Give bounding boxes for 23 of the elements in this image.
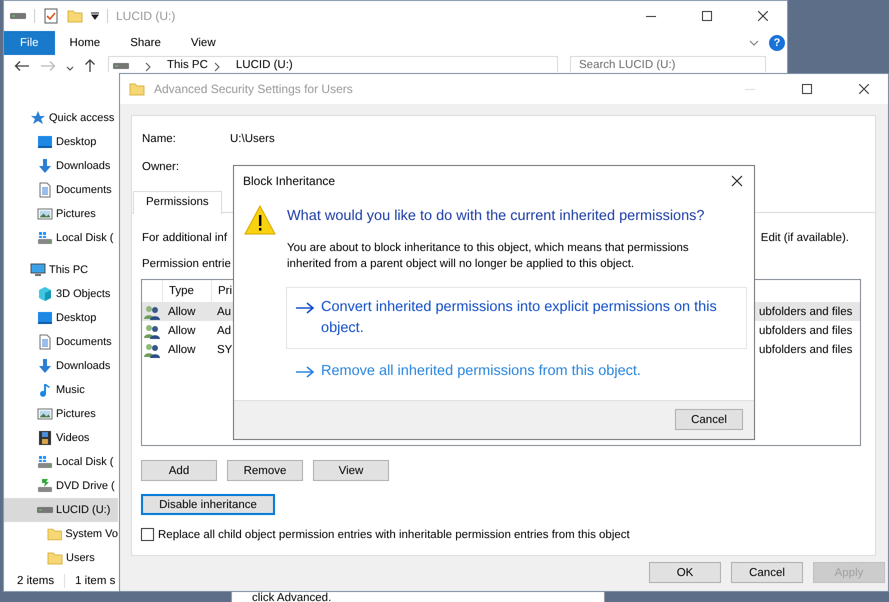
table-cell-text: ubfolders and files (758, 306, 852, 318)
field-label: Name: (142, 133, 177, 145)
table-cell-text: SY (216, 344, 232, 356)
field-label: Owner: (142, 161, 180, 173)
dialog-heading: What would you like to do with the current inherited permissions? (287, 207, 706, 226)
table-cell-text: Allow (167, 344, 196, 356)
table-cell-text: Ad (216, 324, 232, 336)
table-cell-text: Allow (167, 306, 196, 318)
field-value: U:\Users (230, 133, 275, 145)
table-cell-text: ubfolders and files (758, 324, 852, 336)
info-text: For additional inf (142, 232, 228, 244)
window-title: LUCID (U:) (116, 9, 176, 24)
status-text: 1 item s (75, 574, 116, 587)
info-text: Edit (if available). (760, 232, 849, 244)
table-cell-text: Allow (167, 324, 196, 336)
dialog-message: You are about to block inheritance to this object, which means that permissions inherited from a parent object will no longer be applied to this object. (287, 241, 690, 272)
table-cell-text: ubfolders and files (758, 344, 852, 356)
dialog-title: Block Inheritance (243, 174, 336, 188)
instruction-text: click Advanced. (252, 592, 332, 602)
status-text: 2 items (17, 574, 54, 587)
table-cell-text: Au (216, 306, 232, 318)
window-title: Advanced Security Settings for Users (154, 82, 353, 96)
section-label: Permission entrie (142, 257, 231, 272)
